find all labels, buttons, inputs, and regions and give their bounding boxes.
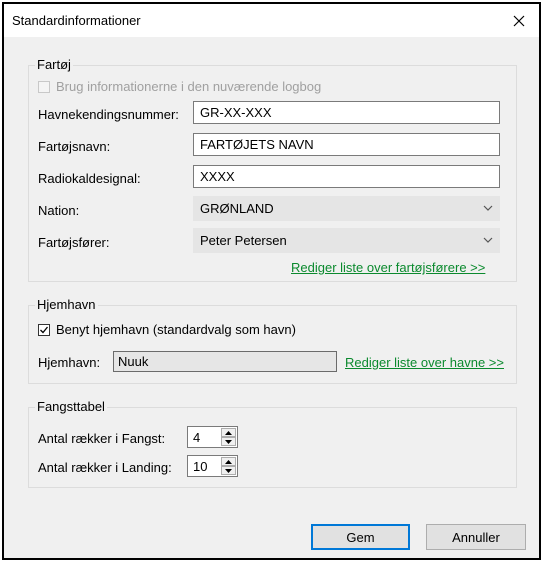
rows-catch-up-button[interactable] [221,428,236,437]
dialog-window: Standardinformationer Fartøj Brug inform… [2,2,541,560]
vessel-group-label: Fartøj [35,57,73,72]
close-button[interactable] [501,4,537,37]
rows-landing-value: 10 [193,459,208,474]
nation-selected-value: GRØNLAND [200,201,274,216]
rows-catch-label: Antal rækker i Fangst: [38,431,166,446]
use-current-logbook-label: Brug informationerne i den nuværende log… [56,79,322,94]
close-icon [513,15,525,26]
rows-landing-down-button[interactable] [221,466,236,475]
rows-catch-value: 4 [193,430,201,445]
rows-landing-up-button[interactable] [221,457,236,466]
window-title: Standardinformationer [12,13,141,28]
radio-call-sign-input[interactable]: XXXX [193,165,500,188]
catch-table-group-label: Fangsttabel [35,399,107,414]
rows-catch-stepper[interactable]: 4 [187,426,238,448]
checkmark-icon [40,326,49,334]
chevron-down-icon [483,205,493,211]
use-home-harbor-checkbox[interactable] [38,324,50,336]
skipper-label: Fartøjsfører: [38,235,110,250]
harbor-id-input[interactable]: GR-XX-XXX [193,101,500,124]
edit-harbors-link[interactable]: Rediger liste over havne >> [345,355,504,370]
radio-call-sign-label: Radiokaldesignal: [38,171,141,186]
arrow-up-icon [225,459,232,464]
vessel-name-label: Fartøjsnavn: [38,139,111,154]
edit-skippers-link[interactable]: Rediger liste over fartøjsførere >> [291,260,485,275]
vessel-name-input[interactable]: FARTØJETS NAVN [193,133,500,156]
skipper-select[interactable]: Peter Petersen [193,228,500,253]
save-button[interactable]: Gem [311,524,410,550]
chevron-down-icon [483,237,493,243]
use-current-logbook-checkbox[interactable] [38,81,50,93]
arrow-up-icon [225,430,232,435]
home-harbor-label: Hjemhavn: [38,355,101,370]
arrow-down-icon [225,468,232,473]
nation-select[interactable]: GRØNLAND [193,196,500,221]
home-harbor-field[interactable]: Nuuk [113,351,337,372]
harbor-id-label: Havnekendingsnummer: [38,107,179,122]
rows-landing-stepper[interactable]: 10 [187,455,238,477]
nation-label: Nation: [38,203,80,218]
home-harbor-group-label: Hjemhavn [35,297,98,312]
cancel-button[interactable]: Annuller [426,524,526,550]
title-bar: Standardinformationer [4,4,539,37]
rows-landing-label: Antal rækker i Landing: [38,460,172,475]
home-harbor-group: Hjemhavn Benyt hjemhavn (standardvalg so… [28,297,517,384]
vessel-group: Fartøj Brug informationerne i den nuvære… [28,57,517,282]
rows-catch-down-button[interactable] [221,437,236,446]
skipper-selected-value: Peter Petersen [200,233,287,248]
use-home-harbor-label: Benyt hjemhavn (standardvalg som havn) [56,322,296,337]
catch-table-group: Fangsttabel Antal rækker i Fangst: 4 Ant… [28,399,517,488]
arrow-down-icon [225,439,232,444]
